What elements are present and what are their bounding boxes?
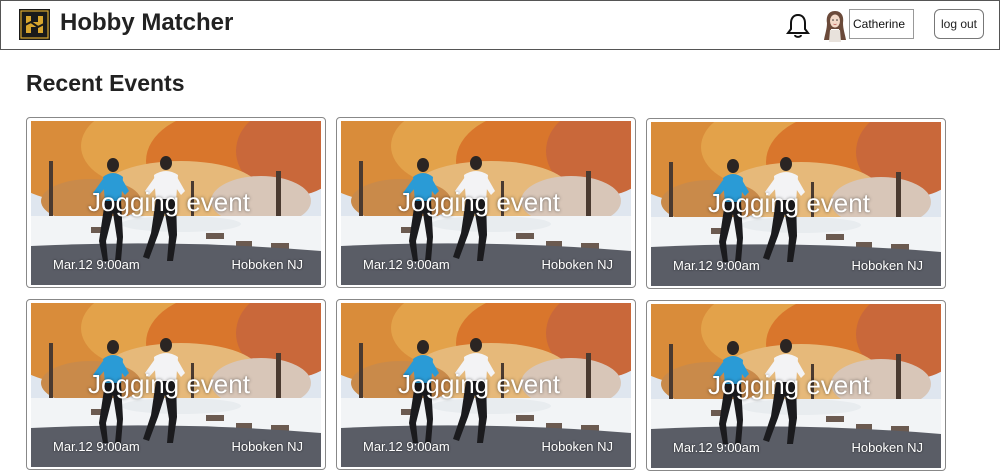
event-location: Hoboken NJ	[231, 257, 303, 272]
event-image: Jogging event Mar.12 9:00am Hoboken NJ	[651, 304, 941, 468]
logout-button[interactable]: log out	[934, 9, 984, 39]
event-title: Jogging event	[88, 187, 250, 217]
event-card[interactable]: Jogging event Mar.12 9:00am Hoboken NJ	[646, 300, 946, 471]
event-card[interactable]: Jogging event Mar.12 9:00am Hoboken NJ	[336, 299, 636, 470]
hobby-matcher-logo[interactable]	[19, 9, 50, 40]
event-location: Hoboken NJ	[541, 439, 613, 454]
event-title: Jogging event	[708, 188, 870, 218]
bell-icon[interactable]	[785, 12, 811, 40]
event-date: Mar.12 9:00am	[673, 440, 760, 455]
event-title: Jogging event	[398, 187, 560, 217]
event-card[interactable]: Jogging event Mar.12 9:00am Hoboken NJ	[26, 117, 326, 288]
username-field[interactable]: Catherine	[849, 9, 914, 39]
event-date: Mar.12 9:00am	[363, 439, 450, 454]
event-date: Mar.12 9:00am	[53, 439, 140, 454]
event-date: Mar.12 9:00am	[53, 257, 140, 272]
app-title[interactable]: Hobby Matcher	[60, 8, 233, 38]
event-card[interactable]: Jogging event Mar.12 9:00am Hoboken NJ	[26, 299, 326, 470]
event-title: Jogging event	[398, 369, 560, 399]
event-location: Hoboken NJ	[541, 257, 613, 272]
top-bar: Hobby Matcher Catherine log out	[0, 0, 1000, 50]
event-location: Hoboken NJ	[851, 258, 923, 273]
event-title: Jogging event	[708, 370, 870, 400]
event-card[interactable]: Jogging event Mar.12 9:00am Hoboken NJ	[646, 118, 946, 289]
event-image: Jogging event Mar.12 9:00am Hoboken NJ	[341, 303, 631, 467]
event-image: Jogging event Mar.12 9:00am Hoboken NJ	[31, 121, 321, 285]
event-location: Hoboken NJ	[851, 440, 923, 455]
avatar[interactable]	[822, 9, 848, 42]
event-image: Jogging event Mar.12 9:00am Hoboken NJ	[651, 122, 941, 286]
event-image: Jogging event Mar.12 9:00am Hoboken NJ	[341, 121, 631, 285]
section-title: Recent Events	[26, 70, 185, 96]
event-location: Hoboken NJ	[231, 439, 303, 454]
event-date: Mar.12 9:00am	[363, 257, 450, 272]
event-date: Mar.12 9:00am	[673, 258, 760, 273]
event-image: Jogging event Mar.12 9:00am Hoboken NJ	[31, 303, 321, 467]
event-card[interactable]: Jogging event Mar.12 9:00am Hoboken NJ	[336, 117, 636, 288]
event-title: Jogging event	[88, 369, 250, 399]
